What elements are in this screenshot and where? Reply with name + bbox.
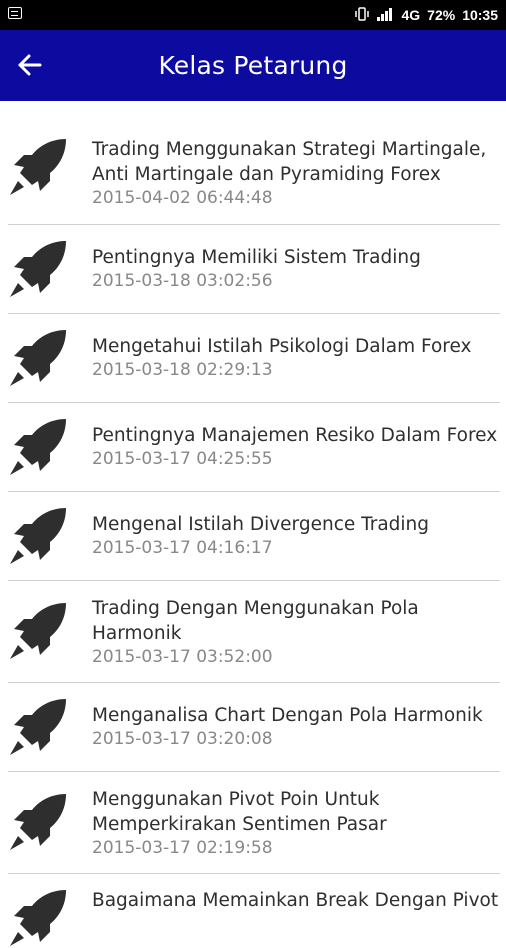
article-date: 2015-03-18 02:29:13 — [92, 360, 273, 380]
rocket-icon — [10, 603, 66, 659]
vibrate-icon — [355, 6, 370, 24]
list-item[interactable]: Trading Menggunakan Strategi Martingale,… — [0, 101, 506, 225]
article-date: 2015-04-02 06:44:48 — [92, 188, 273, 208]
app-bar: Kelas Petarung — [0, 30, 506, 101]
article-title: Trading Dengan Menggunakan Pola Harmonik — [92, 598, 419, 644]
article-list: Trading Menggunakan Strategi Martingale,… — [0, 101, 506, 946]
page-title: Kelas Petarung — [158, 51, 348, 80]
article-title: Pentingnya Manajemen Resiko Dalam Forex — [92, 425, 498, 446]
signal-icon — [376, 7, 394, 24]
article-title: Bagaimana Memainkan Break Dengan Pivot — [92, 890, 498, 911]
list-item[interactable]: Menganalisa Chart Dengan Pola Harmonik 2… — [0, 683, 506, 772]
status-bar: 4G 72% 10:35 — [0, 0, 506, 30]
network-type: 4G — [401, 7, 421, 23]
article-title: Menggunakan Pivot Poin Untuk Memperkirak… — [92, 789, 387, 835]
list-item[interactable]: Menggunakan Pivot Poin Untuk Memperkirak… — [0, 772, 506, 874]
list-item[interactable]: Mengenal Istilah Divergence Trading 2015… — [0, 492, 506, 581]
list-item[interactable]: Bagaimana Memainkan Break Dengan Pivot — [0, 874, 506, 946]
article-title: Mengetahui Istilah Psikologi Dalam Forex — [92, 336, 472, 357]
list-item[interactable]: Mengetahui Istilah Psikologi Dalam Forex… — [0, 314, 506, 403]
article-date: 2015-03-17 02:19:58 — [92, 838, 273, 858]
article-date: 2015-03-17 04:16:17 — [92, 538, 273, 558]
rocket-icon — [10, 241, 66, 297]
article-date: 2015-03-17 03:20:08 — [92, 729, 273, 749]
article-title: Menganalisa Chart Dengan Pola Harmonik — [92, 705, 483, 726]
list-item[interactable]: Trading Dengan Menggunakan Pola Harmonik… — [0, 581, 506, 683]
rocket-icon — [10, 794, 66, 850]
article-title: Trading Menggunakan Strategi Martingale,… — [92, 139, 487, 185]
rocket-icon — [10, 330, 66, 386]
article-title: Pentingnya Memiliki Sistem Trading — [92, 247, 421, 268]
rocket-icon — [10, 699, 66, 755]
clock: 10:35 — [462, 7, 498, 23]
list-item[interactable]: Pentingnya Manajemen Resiko Dalam Forex … — [0, 403, 506, 492]
article-date: 2015-03-18 03:02:56 — [92, 271, 273, 291]
article-date: 2015-03-17 03:52:00 — [92, 647, 273, 667]
article-title: Mengenal Istilah Divergence Trading — [92, 514, 430, 535]
battery-level: 72% — [427, 7, 456, 23]
rocket-icon — [10, 139, 66, 195]
status-bar-right: 4G 72% 10:35 — [355, 0, 498, 30]
arrow-left-icon[interactable] — [16, 52, 42, 78]
notification-icon — [8, 7, 22, 19]
rocket-icon — [10, 508, 66, 564]
rocket-icon — [10, 890, 66, 946]
article-date: 2015-03-17 04:25:55 — [92, 449, 273, 469]
list-item[interactable]: Pentingnya Memiliki Sistem Trading 2015-… — [0, 225, 506, 314]
rocket-icon — [10, 419, 66, 475]
